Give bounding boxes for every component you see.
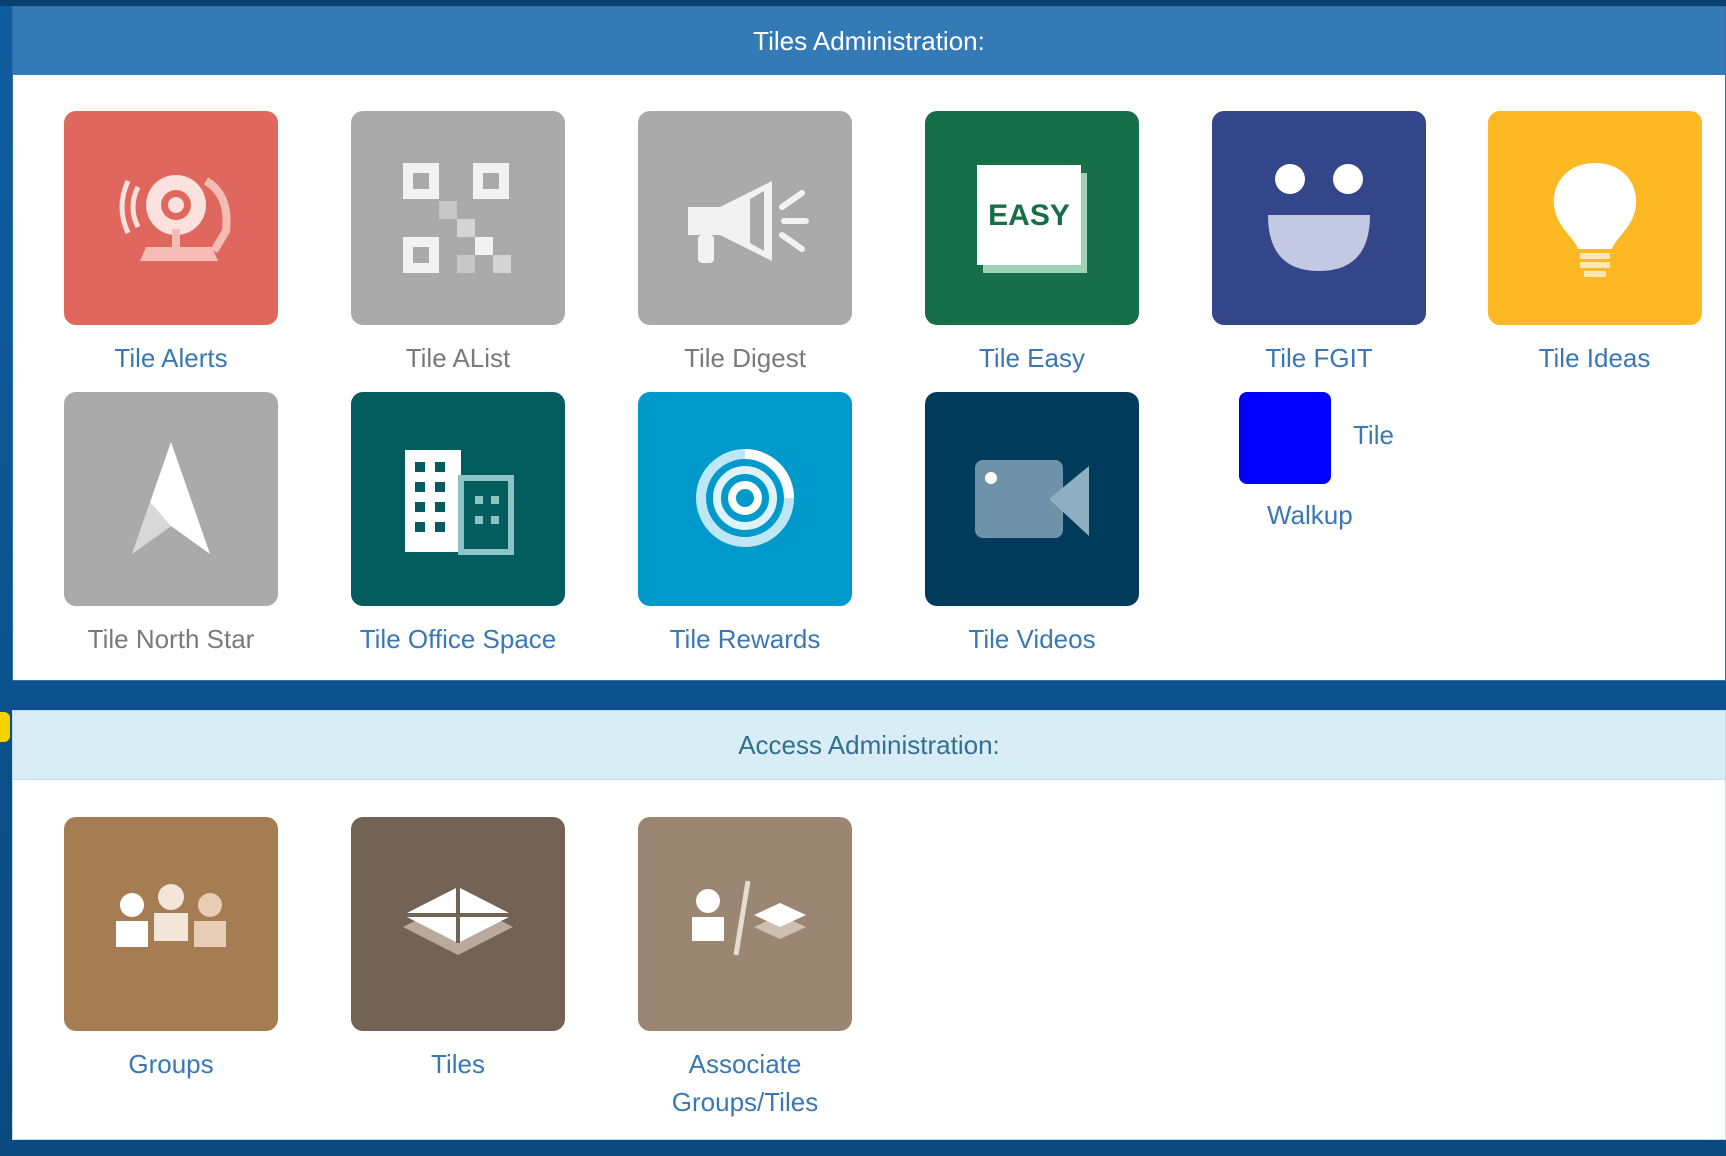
tile-walkup-link[interactable]: Tile Walkup	[1239, 392, 1419, 542]
tile-walkup-label-line1: Tile	[1353, 420, 1394, 450]
tile-label: Associate Groups/Tiles	[601, 1045, 889, 1121]
tile-fgit-link[interactable]: Tile FGIT	[1175, 111, 1463, 377]
tile-label: Tiles	[431, 1049, 485, 1079]
easy-card-icon: EASY	[925, 111, 1139, 325]
tile-videos-link[interactable]: Tile Videos	[888, 392, 1176, 658]
tile-label: Tile AList	[405, 343, 511, 373]
tiles-administration-panel: Tiles Administration: Tile Alerts Tile A…	[12, 6, 1726, 681]
megaphone-icon	[638, 111, 852, 325]
scroll-marker	[0, 712, 10, 742]
people-group-icon	[64, 817, 278, 1031]
tile-alist-link[interactable]: Tile AList	[314, 111, 602, 377]
stacked-layers-icon	[351, 817, 565, 1031]
tile-walkup-label-line2: Walkup	[1267, 500, 1353, 530]
tile-label: Groups	[128, 1049, 214, 1079]
tile-label: Tile Office Space	[359, 624, 557, 654]
target-rings-icon	[638, 392, 852, 606]
tiles-administration-heading: Tiles Administration:	[13, 7, 1725, 75]
office-building-icon	[351, 392, 565, 606]
associate-groups-tiles-link[interactable]: Associate Groups/Tiles	[601, 817, 889, 1121]
alarm-bell-icon	[64, 111, 278, 325]
easy-icon-text: EASY	[988, 199, 1070, 232]
tile-alerts-link[interactable]: Tile Alerts	[27, 111, 315, 377]
tile-easy-link[interactable]: EASY Tile Easy	[888, 111, 1176, 377]
tile-label: Tile Digest	[684, 343, 806, 373]
tile-label: Tile Easy	[979, 343, 1085, 373]
tile-office-space-link[interactable]: Tile Office Space	[314, 392, 602, 658]
video-camera-icon	[925, 392, 1139, 606]
tile-label: Tile FGIT	[1265, 343, 1373, 373]
tile-label: Tile Alerts	[114, 343, 228, 373]
groups-link[interactable]: Groups	[27, 817, 315, 1083]
tile-label: Tile Videos	[968, 624, 1096, 654]
lightbulb-icon	[1487, 111, 1702, 325]
north-arrow-icon	[64, 392, 278, 606]
smiley-face-icon	[1212, 111, 1426, 325]
tile-north-star-link[interactable]: Tile North Star	[27, 392, 315, 658]
tile-label-line1: Associate	[688, 1049, 802, 1079]
tile-label: Tile North Star	[87, 624, 255, 654]
tile-label: Tile Ideas	[1538, 343, 1651, 373]
qr-code-icon	[351, 111, 565, 325]
tiles-link[interactable]: Tiles	[314, 817, 602, 1083]
tile-ideas-link[interactable]: Tile Ideas	[1462, 111, 1726, 377]
tile-rewards-link[interactable]: Tile Rewards	[601, 392, 889, 658]
person-layers-icon	[638, 817, 852, 1031]
access-administration-heading: Access Administration:	[13, 711, 1725, 780]
tile-digest-link[interactable]: Tile Digest	[601, 111, 889, 377]
access-administration-panel: Access Administration: Groups Tiles Asso…	[12, 710, 1726, 1140]
tile-walkup-icon	[1239, 392, 1331, 484]
tile-label: Tile Rewards	[669, 624, 821, 654]
tile-label-line2: Groups/Tiles	[671, 1087, 819, 1117]
